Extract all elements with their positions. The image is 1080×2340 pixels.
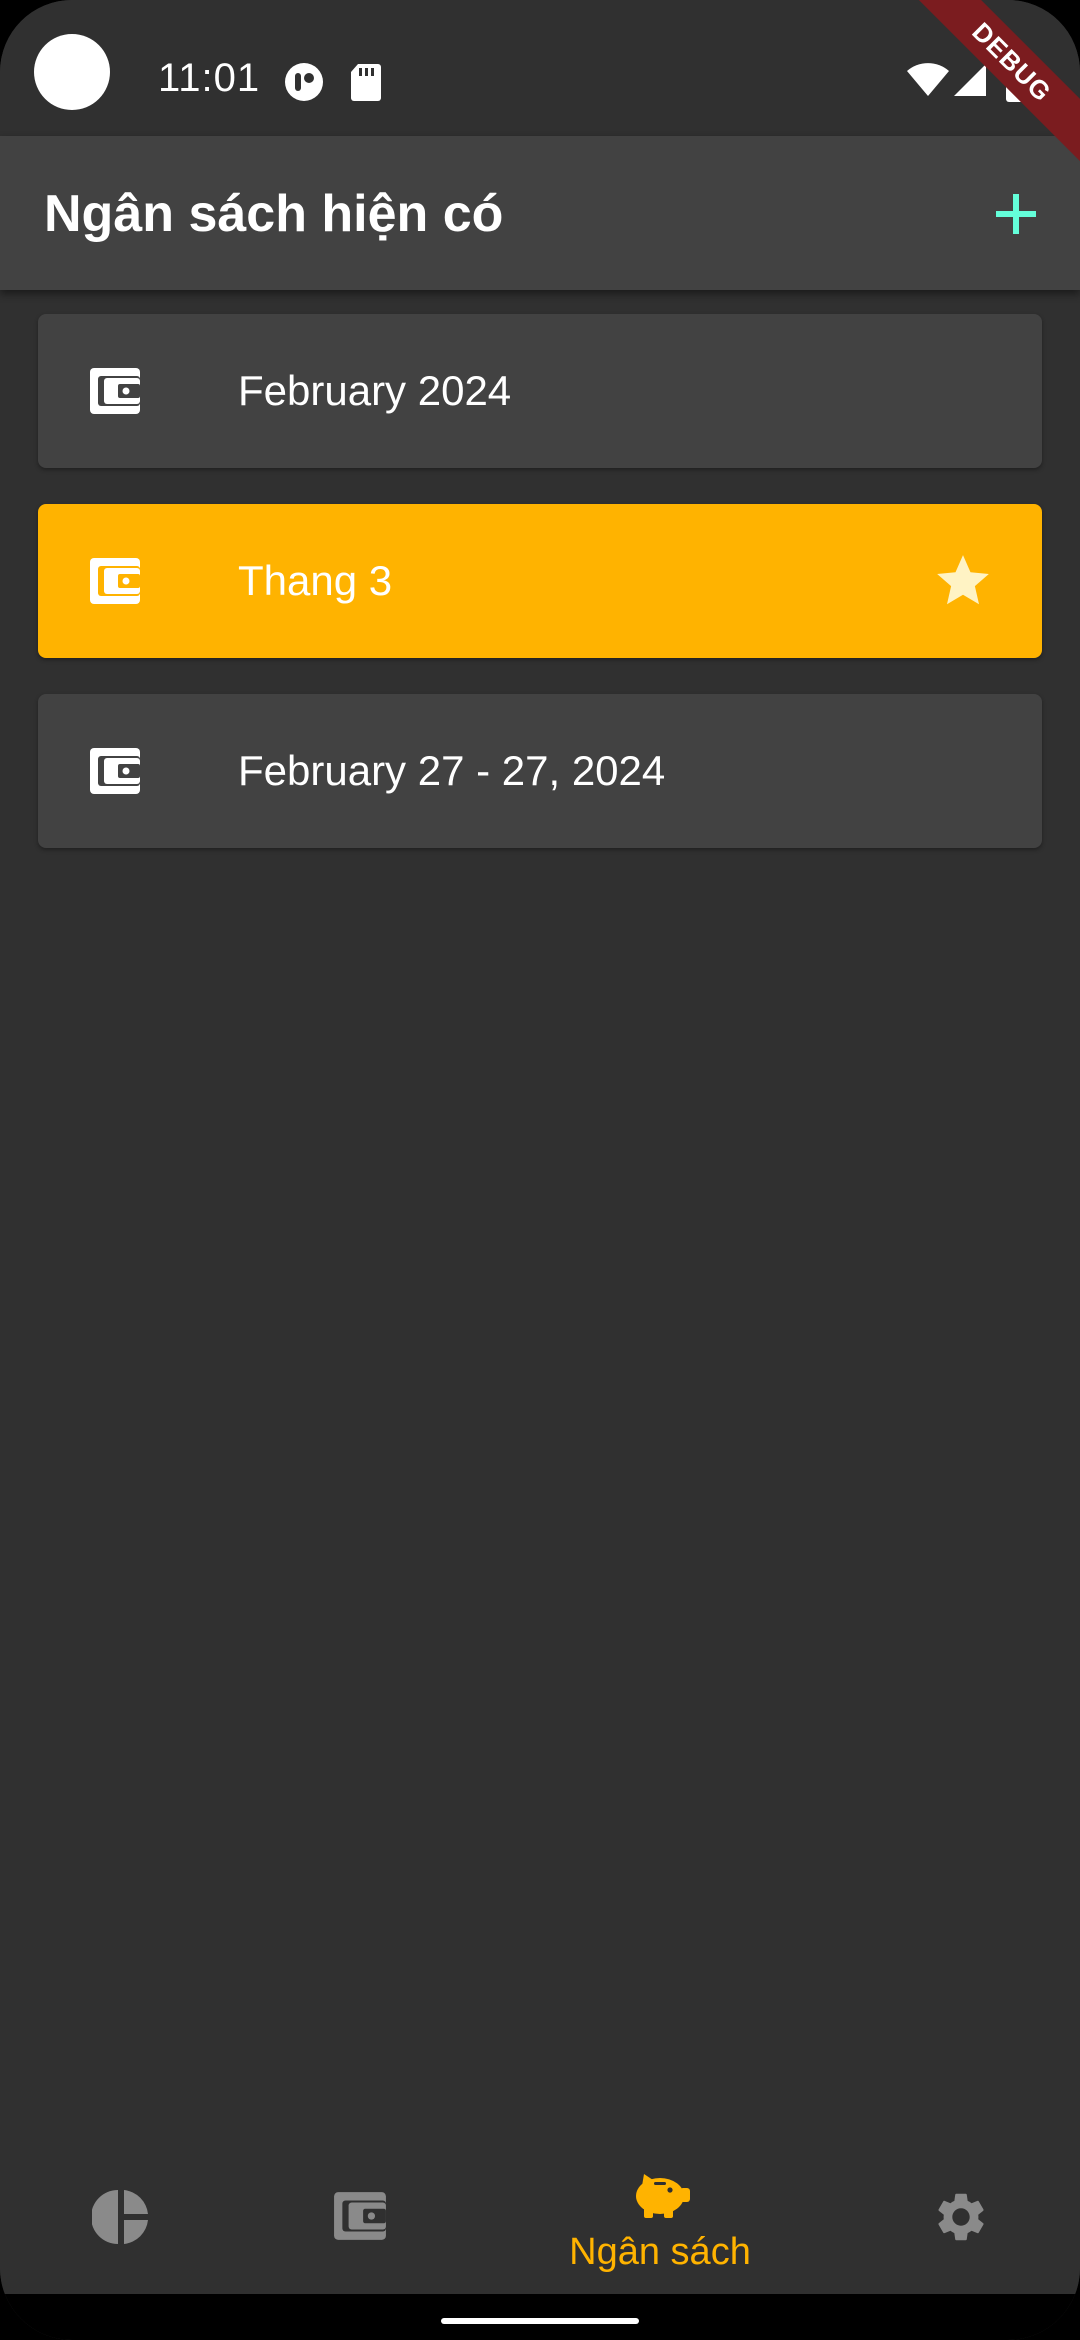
app-notification-icon bbox=[285, 63, 323, 101]
nav-item-budgets[interactable]: Ngân sách bbox=[560, 2134, 760, 2294]
wallet-icon bbox=[334, 2192, 386, 2240]
budget-item[interactable]: February 2024 bbox=[38, 314, 1042, 468]
pie-chart-icon bbox=[92, 2190, 148, 2244]
bottom-navigation: Ngân sách bbox=[0, 2134, 1080, 2294]
status-time: 11:01 bbox=[158, 56, 261, 100]
wallet-icon bbox=[90, 368, 140, 414]
phone-screen: 11:01 DEBUG Ngân sách hiện có February 2… bbox=[0, 0, 1080, 2340]
piggy-bank-icon bbox=[636, 2174, 690, 2218]
budget-list: February 2024 Thang 3 February 27 - 27, … bbox=[38, 314, 1042, 884]
nav-item-label: Ngân sách bbox=[569, 2231, 751, 2273]
cellular-signal-icon bbox=[954, 64, 986, 96]
gesture-navigation-bar bbox=[0, 2294, 1080, 2340]
budget-item-active[interactable]: Thang 3 bbox=[38, 504, 1042, 658]
gear-icon bbox=[938, 2193, 984, 2241]
wallet-icon bbox=[90, 748, 140, 794]
add-budget-button[interactable] bbox=[978, 176, 1054, 252]
plus-icon bbox=[996, 194, 1036, 234]
nav-item-settings[interactable] bbox=[860, 2134, 1060, 2294]
nav-item-wallets[interactable] bbox=[260, 2134, 460, 2294]
budget-item-label: February 27 - 27, 2024 bbox=[238, 747, 666, 794]
nav-item-overview[interactable] bbox=[20, 2134, 220, 2294]
budget-item[interactable]: February 27 - 27, 2024 bbox=[38, 694, 1042, 848]
wallet-icon bbox=[90, 558, 140, 604]
sd-card-icon bbox=[351, 64, 381, 101]
budget-item-label: February 2024 bbox=[238, 367, 512, 414]
home-gesture-handle[interactable] bbox=[441, 2318, 639, 2324]
wifi-icon bbox=[907, 63, 949, 96]
camera-cutout bbox=[34, 34, 110, 110]
status-bar: 11:01 bbox=[0, 0, 1080, 136]
app-bar: Ngân sách hiện có bbox=[0, 136, 1080, 290]
budget-item-label: Thang 3 bbox=[238, 557, 393, 604]
page-title: Ngân sách hiện có bbox=[44, 185, 504, 243]
star-icon[interactable] bbox=[932, 550, 994, 612]
